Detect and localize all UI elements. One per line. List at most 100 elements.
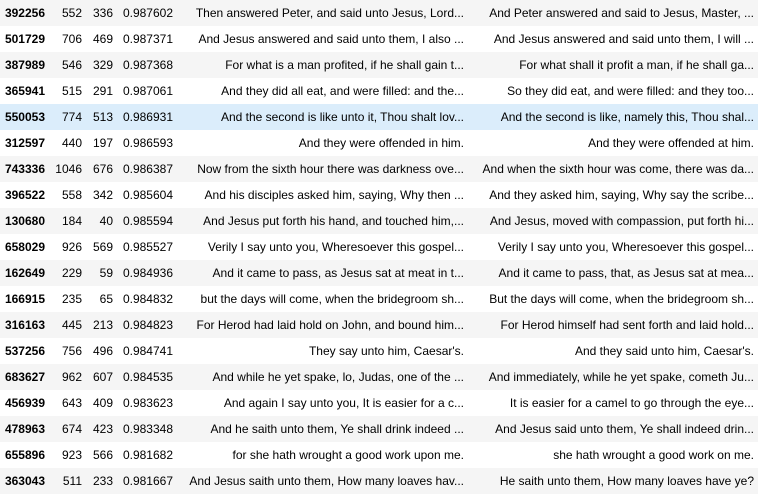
cell-text-1: but the days will come, when the bridegr… (177, 286, 468, 312)
table-row[interactable]: 363043 511 233 0.981667 And Jesus saith unto… (0, 468, 758, 494)
table-row[interactable]: 396522 558 342 0.985604 And his disciples as… (0, 182, 758, 208)
row-index: 501729 (0, 26, 49, 52)
cell-text-2: And they said unto him, Caesar's. (468, 338, 758, 364)
cell-value-a: 756 (49, 338, 86, 364)
cell-text-2: And Jesus answered and said unto them, I… (468, 26, 758, 52)
table-row[interactable]: 130680 184 40 0.985594 And Jesus put forth h… (0, 208, 758, 234)
cell-text-1: And Jesus put forth his hand, and touche… (177, 208, 468, 234)
cell-value-b: 513 (86, 104, 117, 130)
table-row[interactable]: 387989 546 329 0.987368 For what is a man pr… (0, 52, 758, 78)
row-index: 537256 (0, 338, 49, 364)
row-index: 392256 (0, 0, 49, 26)
cell-text-2: For Herod himself had sent forth and lai… (468, 312, 758, 338)
cell-score: 0.987602 (117, 0, 177, 26)
cell-value-b: 569 (86, 234, 117, 260)
row-index: 363043 (0, 468, 49, 494)
cell-text-2: Verily I say unto you, Wheresoever this … (468, 234, 758, 260)
cell-value-a: 546 (49, 52, 86, 78)
cell-score: 0.986593 (117, 130, 177, 156)
table-row[interactable]: 392256 552 336 0.987602 Then answered Peter,… (0, 0, 758, 26)
table-row[interactable]: 456939 643 409 0.983623 And again I say unto… (0, 390, 758, 416)
cell-text-2: And they asked him, saying, Why say the … (468, 182, 758, 208)
cell-value-b: 40 (86, 208, 117, 234)
cell-text-2: For what shall it profit a man, if he sh… (468, 52, 758, 78)
cell-score: 0.981682 (117, 442, 177, 468)
cell-value-a: 515 (49, 78, 86, 104)
cell-score: 0.986931 (117, 104, 177, 130)
row-index: 396522 (0, 182, 49, 208)
cell-value-a: 774 (49, 104, 86, 130)
cell-value-a: 1046 (49, 156, 86, 182)
row-index: 683627 (0, 364, 49, 390)
row-index: 130680 (0, 208, 49, 234)
cell-value-b: 342 (86, 182, 117, 208)
cell-text-2: And when the sixth hour was come, there … (468, 156, 758, 182)
cell-text-1: And while he yet spake, lo, Judas, one o… (177, 364, 468, 390)
cell-value-b: 469 (86, 26, 117, 52)
cell-score: 0.983348 (117, 416, 177, 442)
cell-text-1: And he saith unto them, Ye shall drink i… (177, 416, 468, 442)
cell-value-a: 674 (49, 416, 86, 442)
cell-text-1: And it came to pass, as Jesus sat at mea… (177, 260, 468, 286)
cell-value-a: 511 (49, 468, 86, 494)
cell-value-b: 213 (86, 312, 117, 338)
row-index: 550053 (0, 104, 49, 130)
cell-value-a: 552 (49, 0, 86, 26)
table-row[interactable]: 550053 774 513 0.986931 And the second is li… (0, 104, 758, 130)
cell-text-2: He saith unto them, How many loaves have… (468, 468, 758, 494)
table-row[interactable]: 501729 706 469 0.987371 And Jesus answered a… (0, 26, 758, 52)
cell-text-1: For what is a man profited, if he shall … (177, 52, 468, 78)
cell-value-a: 962 (49, 364, 86, 390)
table-row[interactable]: 365941 515 291 0.987061 And they did all eat… (0, 78, 758, 104)
cell-score: 0.987371 (117, 26, 177, 52)
cell-value-a: 923 (49, 442, 86, 468)
cell-value-b: 59 (86, 260, 117, 286)
cell-value-a: 706 (49, 26, 86, 52)
cell-score: 0.985527 (117, 234, 177, 260)
cell-text-2: But the days will come, when the bridegr… (468, 286, 758, 312)
cell-text-2: And Peter answered and said to Jesus, Ma… (468, 0, 758, 26)
cell-text-2: And Jesus said unto them, Ye shall indee… (468, 416, 758, 442)
row-index: 316163 (0, 312, 49, 338)
table-row[interactable]: 478963 674 423 0.983348 And he saith unto th… (0, 416, 758, 442)
cell-score: 0.984741 (117, 338, 177, 364)
table-row[interactable]: 655896 923 566 0.981682 for she hath wrought… (0, 442, 758, 468)
table-body: 392256 552 336 0.987602 Then answered Peter,… (0, 0, 758, 494)
table-row[interactable]: 162649 229 59 0.984936 And it came to pass, … (0, 260, 758, 286)
table-row[interactable]: 683627 962 607 0.984535 And while he yet spa… (0, 364, 758, 390)
cell-text-2: And Jesus, moved with compassion, put fo… (468, 208, 758, 234)
cell-text-1: And they did all eat, and were filled: a… (177, 78, 468, 104)
data-table: 392256 552 336 0.987602 Then answered Peter,… (0, 0, 758, 494)
table-row[interactable]: 316163 445 213 0.984823 For Herod had laid h… (0, 312, 758, 338)
cell-text-1: And Jesus saith unto them, How many loav… (177, 468, 468, 494)
cell-value-a: 184 (49, 208, 86, 234)
cell-score: 0.987368 (117, 52, 177, 78)
row-index: 743336 (0, 156, 49, 182)
cell-text-2: And it came to pass, that, as Jesus sat … (468, 260, 758, 286)
row-index: 655896 (0, 442, 49, 468)
cell-text-2: And the second is like, namely this, Tho… (468, 104, 758, 130)
cell-value-b: 423 (86, 416, 117, 442)
cell-score: 0.985604 (117, 182, 177, 208)
cell-text-1: Verily I say unto you, Wheresoever this … (177, 234, 468, 260)
cell-score: 0.984823 (117, 312, 177, 338)
table-row[interactable]: 312597 440 197 0.986593 And they were offend… (0, 130, 758, 156)
cell-value-b: 566 (86, 442, 117, 468)
cell-score: 0.984832 (117, 286, 177, 312)
row-index: 387989 (0, 52, 49, 78)
cell-value-a: 229 (49, 260, 86, 286)
cell-value-b: 676 (86, 156, 117, 182)
cell-score: 0.984535 (117, 364, 177, 390)
cell-score: 0.984936 (117, 260, 177, 286)
cell-value-a: 440 (49, 130, 86, 156)
cell-value-b: 233 (86, 468, 117, 494)
table-row[interactable]: 537256 756 496 0.984741 They say unto him, C… (0, 338, 758, 364)
cell-score: 0.981667 (117, 468, 177, 494)
row-index: 478963 (0, 416, 49, 442)
table-row[interactable]: 166915 235 65 0.984832 but the days will com… (0, 286, 758, 312)
table-row[interactable]: 743336 1046 676 0.986387 Now from the sixth … (0, 156, 758, 182)
table-row[interactable]: 658029 926 569 0.985527 Verily I say unto yo… (0, 234, 758, 260)
cell-text-1: And his disciples asked him, saying, Why… (177, 182, 468, 208)
cell-value-b: 409 (86, 390, 117, 416)
row-index: 162649 (0, 260, 49, 286)
